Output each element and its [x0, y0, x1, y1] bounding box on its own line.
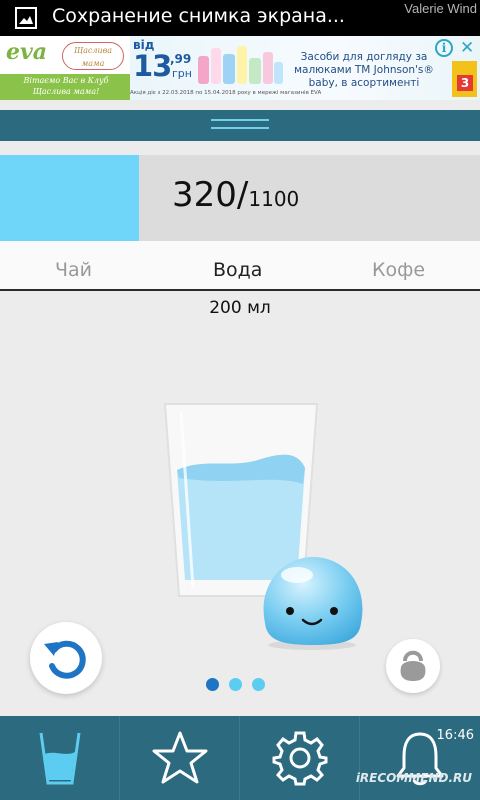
- watermark: Valerie Wind: [404, 1, 477, 16]
- star-icon: [152, 731, 207, 784]
- nav-glass[interactable]: [0, 716, 120, 800]
- tab-coffee[interactable]: Кофе: [372, 259, 425, 281]
- weight-button[interactable]: [386, 639, 440, 693]
- recommend-watermark: iRECOMMEND.RU: [355, 771, 472, 785]
- drink-tabs: Чай Вода Кофе: [0, 241, 480, 291]
- undo-button[interactable]: [30, 622, 102, 694]
- gear-icon: [272, 731, 327, 786]
- bottom-nav: 16:46 iRECOMMEND.RU: [0, 716, 480, 800]
- ad-price: 13: [133, 49, 172, 83]
- progress-separator: /: [236, 175, 249, 215]
- ad-eva-block: eva Щаслива мама Вітаємо Вас в Клуб Щасл…: [0, 36, 130, 100]
- tab-water[interactable]: Вода: [213, 259, 262, 281]
- ad-badge-number: 3: [457, 75, 473, 91]
- mama-logo: Щаслива мама: [62, 42, 124, 70]
- progress-count: 320/1100: [172, 175, 299, 215]
- status-bar: Сохранение снимка экрана... Valerie Wind: [0, 0, 480, 36]
- pager-dots: [206, 678, 270, 692]
- ad-currency: грн: [172, 67, 192, 80]
- ad-info-icon[interactable]: i: [435, 39, 453, 57]
- drink-amount[interactable]: 200 мл: [0, 298, 480, 318]
- progress-current: 320: [172, 175, 237, 215]
- tab-tea[interactable]: Чай: [55, 259, 92, 281]
- tab-divider: [0, 289, 480, 291]
- water-drop-mascot-icon: [263, 557, 363, 650]
- glass-icon: [39, 732, 80, 785]
- handle-line: [211, 119, 269, 121]
- pager-dot[interactable]: [252, 678, 265, 691]
- ad-fine-print: Акція діє з 22.03.2018 по 15.04.2018 рок…: [130, 90, 322, 96]
- ad-price-cents: ,99: [170, 52, 192, 66]
- ad-text: Засоби для догляду за малюками ТМ Johnso…: [294, 51, 434, 89]
- nav-settings[interactable]: [240, 716, 360, 800]
- handle-line: [211, 127, 269, 129]
- progress-goal: 1100: [248, 187, 300, 211]
- undo-icon: [44, 640, 86, 679]
- drawer-handle-bar[interactable]: [0, 110, 480, 141]
- product-bottles-image: [198, 46, 283, 84]
- eva-logo: eva: [6, 39, 48, 65]
- ad-close-icon[interactable]: ✕: [460, 38, 474, 58]
- notification-title: Сохранение снимка экрана...: [52, 5, 345, 27]
- kettlebell-icon: [400, 650, 426, 681]
- nav-favorites[interactable]: [120, 716, 240, 800]
- screenshot-icon: [15, 7, 37, 29]
- progress-fill: [0, 155, 139, 241]
- clock: 16:46: [436, 728, 474, 743]
- ad-welcome-text: Вітаємо Вас в Клуб Щаслива мама!: [23, 76, 109, 96]
- ad-banner[interactable]: eva Щаслива мама Вітаємо Вас в Клуб Щасл…: [0, 36, 480, 100]
- pager-dot[interactable]: [229, 678, 242, 691]
- pager-dot[interactable]: [206, 678, 219, 691]
- progress-panel: 320/1100: [0, 155, 480, 241]
